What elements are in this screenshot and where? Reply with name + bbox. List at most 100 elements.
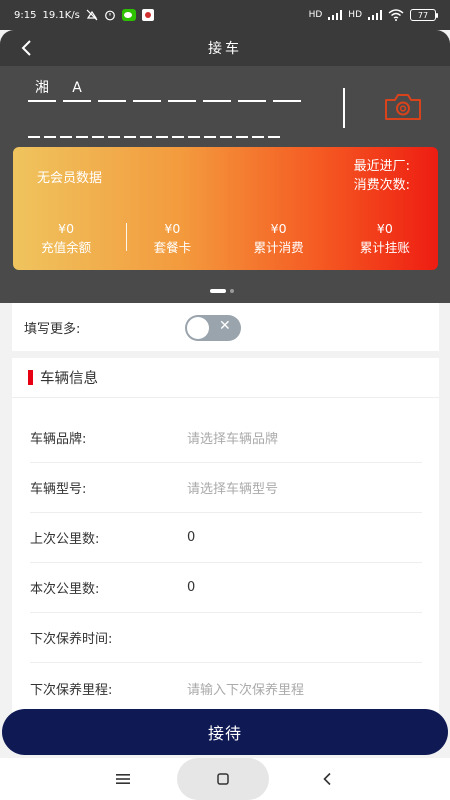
plate-char-field[interactable] — [98, 78, 126, 102]
stat-recharge-balance: ¥0 充值余额 — [13, 219, 119, 257]
system-nav-bar — [0, 758, 450, 800]
stat-label: 累计挂账 — [359, 240, 410, 255]
home-button[interactable] — [177, 758, 269, 800]
plate-extra-field[interactable] — [172, 114, 184, 138]
plate-input-row: 湘 A — [28, 78, 301, 102]
menu-button[interactable] — [100, 758, 146, 800]
carousel-dot-active — [210, 289, 226, 293]
section-marker — [28, 370, 33, 385]
page-title: 接车 — [208, 41, 242, 57]
plate-extra-field[interactable] — [236, 114, 248, 138]
status-time: 9:15 — [14, 9, 37, 21]
form-row-next-service-date[interactable]: 下次保养时间: — [30, 613, 422, 663]
plate-extra-field[interactable] — [124, 114, 136, 138]
form-row-next-service-mileage[interactable]: 下次保养里程: 请输入下次保养里程 — [30, 663, 422, 713]
chevron-left-icon — [323, 772, 331, 786]
signal-icon — [328, 10, 343, 20]
plate-extra-field[interactable] — [44, 114, 56, 138]
member-recent-info: 最近进厂: 消费次数: — [354, 157, 410, 195]
plate-extra-field[interactable] — [156, 114, 168, 138]
plate-province-field[interactable]: 湘 — [28, 78, 56, 102]
member-status: 无会员数据 — [37, 171, 103, 186]
section-header: 车辆信息 — [12, 358, 439, 398]
brand-select[interactable]: 请选择车辆品牌 — [187, 428, 278, 447]
plate-extra-row — [28, 114, 280, 138]
fill-more-toggle[interactable]: ✕ — [185, 315, 241, 341]
camera-button[interactable] — [382, 90, 424, 124]
stat-package-card: ¥0 套餐卡 — [119, 219, 225, 257]
plate-extra-field[interactable] — [204, 114, 216, 138]
receive-button[interactable]: 接待 — [2, 709, 448, 755]
fill-more-row: 填写更多: ✕ — [12, 303, 439, 351]
visit-count-label: 消费次数: — [353, 178, 410, 193]
plate-extra-field[interactable] — [268, 114, 280, 138]
current-mileage-input[interactable]: 0 — [187, 580, 195, 595]
square-icon — [217, 773, 229, 785]
close-icon: ✕ — [219, 318, 231, 334]
battery-level: 77 — [417, 10, 429, 20]
plate-extra-field[interactable] — [188, 114, 200, 138]
last-mileage-input[interactable]: 0 — [187, 530, 195, 545]
fill-more-label: 填写更多: — [24, 321, 81, 337]
stat-label: 充值余额 — [41, 240, 92, 255]
toggle-knob — [187, 317, 209, 339]
model-select[interactable]: 请选择车辆型号 — [187, 478, 278, 497]
app-notification-icon — [141, 9, 154, 21]
form-label: 下次保养里程: — [30, 682, 113, 698]
silent-icon — [86, 9, 98, 21]
signal-icon-2 — [368, 10, 382, 20]
alarm-icon — [104, 9, 116, 21]
member-card[interactable]: 无会员数据 最近进厂: 消费次数: ¥0 充值余额 ¥0 套餐卡 ¥0 累计消费… — [13, 147, 438, 270]
plate-extra-field[interactable] — [220, 114, 232, 138]
next-service-mileage-input[interactable]: 请输入下次保养里程 — [187, 679, 304, 698]
plate-extra-field[interactable] — [252, 114, 264, 138]
battery-icon: 77 — [410, 9, 438, 21]
nav-bar: 接车 — [0, 30, 450, 66]
stat-total-credit: ¥0 累计挂账 — [332, 219, 438, 257]
stat-label: 累计消费 — [253, 240, 304, 255]
plate-letter-field[interactable]: A — [63, 78, 91, 102]
network-type-1: HD — [308, 10, 323, 20]
form-label: 上次公里数: — [30, 532, 100, 547]
plate-divider — [343, 88, 345, 128]
form-label: 下次保养时间: — [30, 632, 113, 647]
carousel-indicator — [210, 289, 234, 293]
form-label: 车辆型号: — [30, 482, 87, 497]
back-nav-button[interactable] — [304, 758, 350, 800]
form-row-model[interactable]: 车辆型号: 请选择车辆型号 — [30, 463, 422, 513]
form-row-brand[interactable]: 车辆品牌: 请选择车辆品牌 — [30, 413, 422, 463]
plate-extra-field[interactable] — [108, 114, 120, 138]
stat-value: ¥0 — [58, 221, 75, 236]
plate-extra-field[interactable] — [60, 114, 72, 138]
network-speed: 19.1K/s — [42, 9, 80, 21]
plate-char-field[interactable] — [168, 78, 196, 102]
form-label: 本次公里数: — [30, 582, 100, 597]
vehicle-info-section: 车辆信息 车辆品牌: 请选择车辆品牌 车辆型号: 请选择车辆型号 上次公里数: … — [12, 358, 439, 718]
chevron-left-icon — [21, 40, 31, 56]
stat-divider — [126, 223, 127, 251]
wifi-icon — [388, 9, 404, 21]
plate-extra-field[interactable] — [28, 114, 40, 138]
back-button[interactable] — [12, 34, 40, 62]
section-title: 车辆信息 — [40, 371, 98, 387]
stat-label: 套餐卡 — [153, 240, 192, 255]
status-bar: 9:15 19.1K/s HD HD 77 — [0, 0, 450, 30]
camera-icon — [385, 94, 421, 120]
stat-value: ¥0 — [376, 221, 393, 236]
stat-value: ¥0 — [164, 221, 181, 236]
network-type-2: HD — [348, 10, 362, 20]
form-row-last-mileage[interactable]: 上次公里数: 0 — [30, 513, 422, 563]
recent-visit-label: 最近进厂: — [353, 159, 410, 174]
menu-icon — [116, 774, 130, 784]
plate-extra-field[interactable] — [76, 114, 88, 138]
carousel-dot — [230, 289, 234, 293]
form-row-current-mileage[interactable]: 本次公里数: 0 — [30, 563, 422, 613]
form-label: 车辆品牌: — [30, 432, 87, 447]
plate-char-field[interactable] — [133, 78, 161, 102]
stat-value: ¥0 — [270, 221, 287, 236]
plate-extra-field[interactable] — [140, 114, 152, 138]
plate-extra-field[interactable] — [92, 114, 104, 138]
plate-char-field[interactable] — [203, 78, 231, 102]
plate-char-field[interactable] — [273, 78, 301, 102]
plate-char-field[interactable] — [238, 78, 266, 102]
